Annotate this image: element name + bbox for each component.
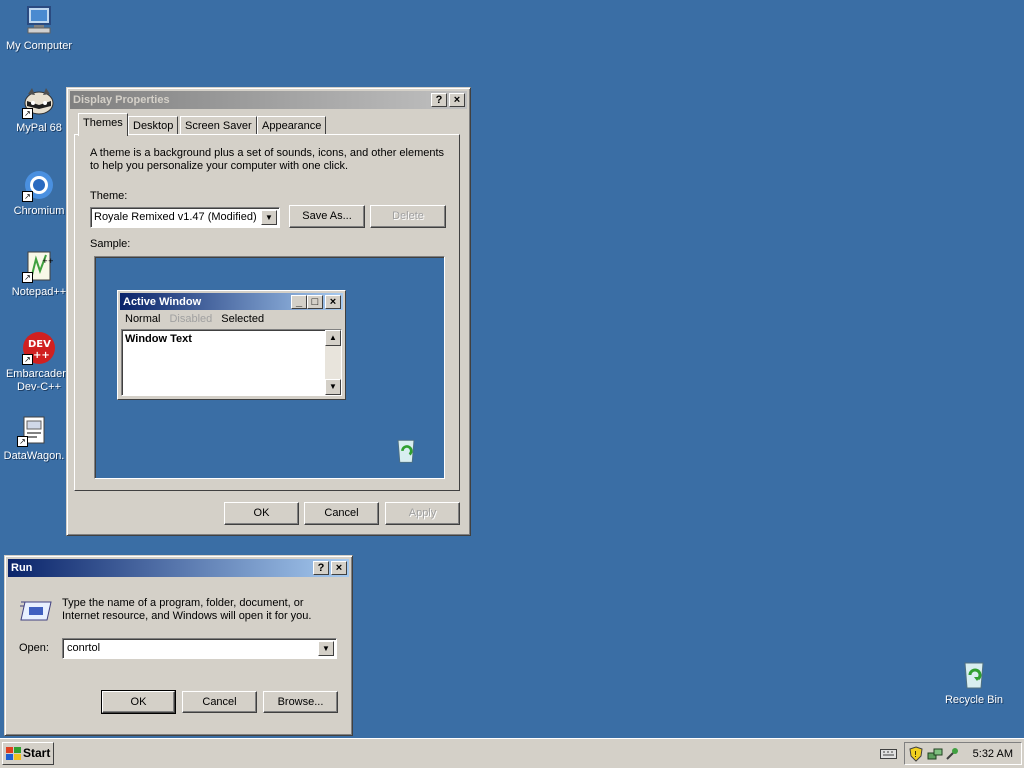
devcpp-icon: DEV ++ ↗ <box>22 331 56 365</box>
minimize-icon: _ <box>291 294 307 309</box>
start-button[interactable]: Start <box>2 742 54 765</box>
wrench-icon[interactable] <box>945 747 959 764</box>
run-description: Type the name of a program, folder, docu… <box>62 597 312 622</box>
computer-icon <box>22 3 56 37</box>
chevron-down-icon[interactable]: ▼ <box>261 210 277 225</box>
close-button[interactable]: × <box>331 561 347 575</box>
svg-text:++: ++ <box>33 350 50 361</box>
sample-menu-disabled: Disabled <box>169 313 213 325</box>
save-as-button[interactable]: Save As... <box>289 205 365 228</box>
sample-recycle-bin-icon <box>391 435 421 468</box>
svg-text:++: ++ <box>42 257 54 265</box>
run-titlebar[interactable]: Run ? × <box>8 559 349 577</box>
tab-desktop[interactable]: Desktop <box>128 116 179 135</box>
network-icon[interactable] <box>927 747 943 764</box>
desktop-icon-datawagon[interactable]: ↗ DataWagon. <box>0 413 72 463</box>
taskbar: Start ! 5:32 AM <box>0 738 1024 768</box>
window-title: Display Properties <box>73 94 170 106</box>
sample-menu-selected: Selected <box>221 313 265 325</box>
chromium-icon: ↗ <box>22 168 56 202</box>
sample-menu-bar: Normal Disabled Selected <box>125 313 264 325</box>
tab-label: Themes <box>83 117 123 129</box>
sample-menu-normal: Normal <box>125 313 161 325</box>
chevron-down-icon[interactable]: ▼ <box>318 641 334 656</box>
svg-text:!: ! <box>914 750 917 759</box>
run-dialog: Run ? × Type the name of a program, fold… <box>4 555 353 736</box>
open-input-value: conrtol <box>67 642 101 654</box>
keyboard-icon[interactable] <box>880 747 897 762</box>
window-title: Run <box>11 562 33 574</box>
browse-button[interactable]: Browse... <box>263 691 338 713</box>
run-icon <box>19 598 53 627</box>
help-button[interactable]: ? <box>313 561 329 575</box>
display-properties-titlebar[interactable]: Display Properties ? × <box>70 91 467 109</box>
datawagon-icon: ↗ <box>17 413 51 447</box>
themes-panel: A theme is a background plus a set of so… <box>74 134 460 491</box>
start-label: Start <box>23 746 51 760</box>
sample-titlebar: Active Window _ □ × <box>120 293 343 310</box>
tab-label: Appearance <box>262 120 322 132</box>
scroll-up-icon: ▲ <box>325 330 341 346</box>
tab-label: Desktop <box>133 120 174 132</box>
svg-text:DEV: DEV <box>28 339 51 350</box>
desktop-icon-label: Recycle Bin <box>944 694 1004 706</box>
sample-text-area: Window Text ▲ ▼ <box>121 329 342 396</box>
theme-label: Theme: <box>90 190 128 202</box>
notepadpp-icon: ++ ↗ <box>22 249 56 283</box>
help-button[interactable]: ? <box>431 93 447 107</box>
tab-themes[interactable]: Themes <box>78 113 128 136</box>
shield-icon[interactable]: ! <box>909 746 923 765</box>
maximize-icon: □ <box>307 294 323 309</box>
tab-appearance[interactable]: Appearance <box>257 116 327 135</box>
desktop-icon-my-computer[interactable]: My Computer <box>1 3 77 53</box>
clock[interactable]: 5:32 AM <box>973 748 1013 760</box>
recycle-bin-icon <box>957 657 991 691</box>
sample-label: Sample: <box>90 238 131 250</box>
windows-logo-icon <box>6 747 21 768</box>
close-button[interactable]: × <box>449 93 465 107</box>
cancel-button[interactable]: Cancel <box>182 691 257 713</box>
sample-window-text: Window Text <box>125 333 192 345</box>
delete-button[interactable]: Delete <box>370 205 446 228</box>
tab-screen-saver[interactable]: Screen Saver <box>180 116 257 135</box>
desktop-icon-label: DataWagon. <box>3 450 65 462</box>
cancel-button[interactable]: Cancel <box>304 502 379 525</box>
sample-active-window: Active Window _ □ × Normal Disabled Sele… <box>117 290 346 400</box>
desktop-icon-label: My Computer <box>5 40 73 52</box>
ok-button[interactable]: OK <box>224 502 299 525</box>
desktop-icon-recycle-bin[interactable]: Recycle Bin <box>936 657 1012 707</box>
sample-title: Active Window <box>123 295 202 308</box>
theme-select[interactable]: Royale Remixed v1.47 (Modified) ▼ <box>90 207 280 228</box>
theme-sample-preview: Active Window _ □ × Normal Disabled Sele… <box>94 256 445 479</box>
ok-button[interactable]: OK <box>101 690 176 714</box>
open-label: Open: <box>19 642 49 654</box>
theme-select-value: Royale Remixed v1.47 (Modified) <box>94 211 257 223</box>
close-icon: × <box>325 294 341 309</box>
system-tray: ! 5:32 AM <box>904 742 1022 765</box>
scroll-down-icon: ▼ <box>325 379 341 395</box>
raccoon-icon: ↗ <box>22 85 56 119</box>
display-properties-window: Display Properties ? × Themes Desktop Sc… <box>66 87 471 536</box>
sample-scrollbar: ▲ ▼ <box>325 330 341 395</box>
apply-button[interactable]: Apply <box>385 502 460 525</box>
theme-description: A theme is a background plus a set of so… <box>90 147 445 172</box>
open-input[interactable]: conrtol ▼ <box>62 638 337 659</box>
tab-label: Screen Saver <box>185 120 252 132</box>
